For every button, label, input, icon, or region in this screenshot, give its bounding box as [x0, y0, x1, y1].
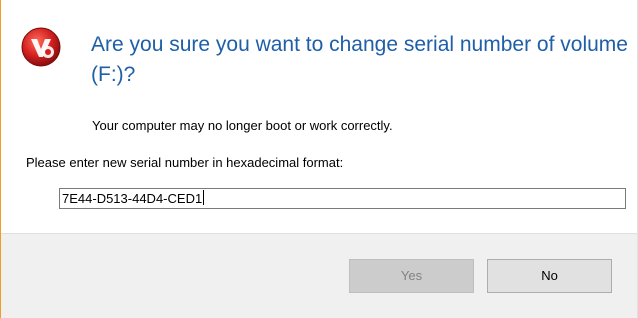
- no-button[interactable]: No: [487, 259, 612, 293]
- serial-number-value: 7E44-D513-44D4-CED1: [62, 191, 203, 206]
- text-caret: [203, 190, 205, 205]
- dialog-heading: Are you sure you want to change serial n…: [91, 33, 628, 86]
- confirm-dialog: Are you sure you want to change serial n…: [0, 0, 638, 318]
- serial-number-input[interactable]: 7E44-D513-44D4-CED1: [59, 188, 626, 209]
- app-logo-icon: [21, 27, 61, 67]
- serial-prompt-label: Please enter new serial number in hexade…: [26, 155, 344, 170]
- warning-text: Your computer may no longer boot or work…: [92, 118, 393, 133]
- yes-button[interactable]: Yes: [349, 259, 474, 293]
- dialog-content: Are you sure you want to change serial n…: [1, 0, 637, 233]
- dialog-footer: Yes No: [1, 233, 637, 318]
